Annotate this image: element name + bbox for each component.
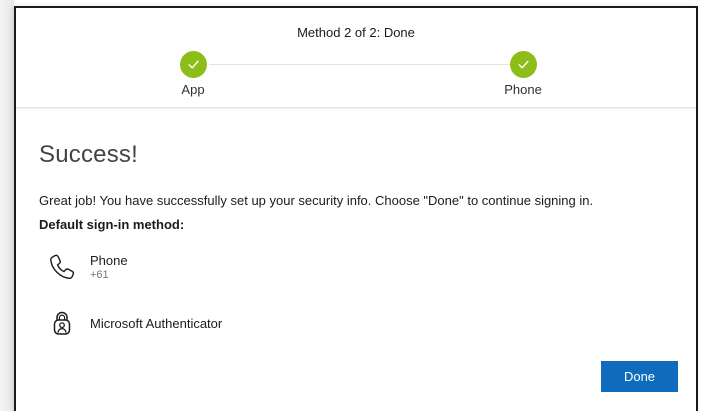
progress-step-app: App (153, 51, 233, 97)
method-detail-phone: +61 (90, 269, 109, 281)
success-message: Great job! You have successfully set up … (39, 193, 594, 208)
done-button[interactable]: Done (601, 361, 678, 392)
progress-step-phone: Phone (483, 51, 563, 97)
step-label-app: App (181, 82, 205, 97)
method-text-phone: Phone +61 (90, 253, 128, 281)
checkmark-icon (509, 51, 537, 78)
default-method-heading: Default sign-in method: (39, 217, 185, 232)
setup-dialog: Method 2 of 2: Done App Phone Success! G… (14, 6, 698, 411)
screen: Method 2 of 2: Done App Phone Success! G… (0, 0, 701, 411)
phone-icon (46, 251, 78, 283)
page-title: Success! (39, 141, 138, 168)
success-content: Success! Great job! You have successfull… (16, 108, 696, 411)
progress-line (209, 64, 523, 65)
method-item-authenticator: Microsoft Authenticator (46, 307, 222, 339)
method-name-phone: Phone (90, 253, 128, 268)
authenticator-lock-icon (46, 307, 78, 339)
method-item-phone: Phone +61 (46, 251, 128, 283)
step-label-phone: Phone (504, 82, 542, 97)
background-edge (0, 0, 14, 411)
method-name-authenticator: Microsoft Authenticator (90, 315, 223, 331)
progress-header: Method 2 of 2: Done App Phone (16, 8, 696, 108)
checkmark-icon (179, 51, 207, 78)
step-title: Method 2 of 2: Done (297, 25, 415, 40)
method-text-authenticator: Microsoft Authenticator (90, 316, 222, 331)
